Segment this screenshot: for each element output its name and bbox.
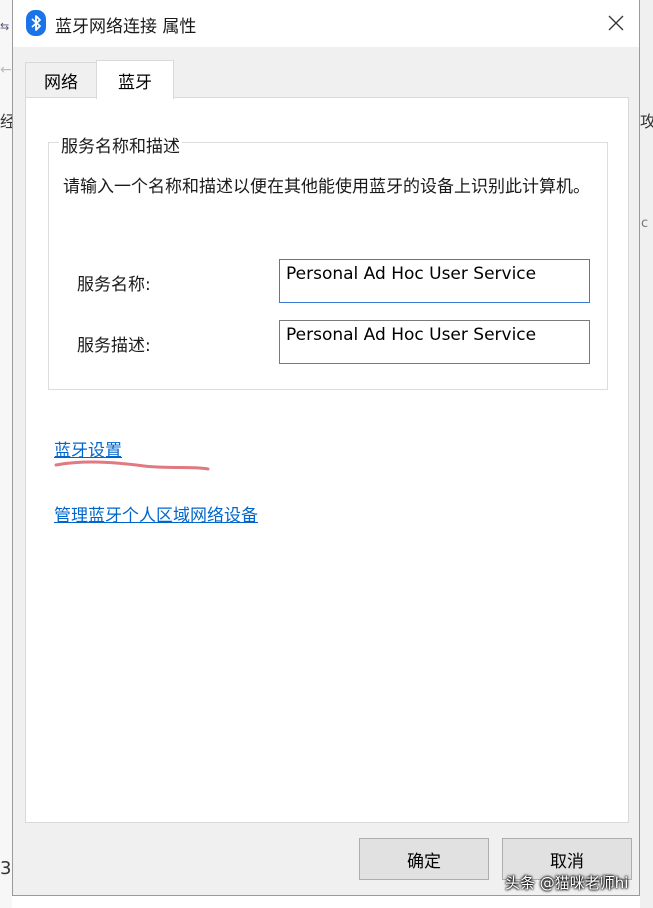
bluetooth-icon (26, 10, 46, 36)
background-text-fragment: ⇆ (0, 20, 10, 33)
service-name-input[interactable]: Personal Ad Hoc User Service (279, 259, 590, 303)
annotation-underline (54, 460, 210, 471)
background-text-fragment: 3 (0, 858, 12, 879)
background-text-fragment: ← (0, 62, 12, 78)
service-description-text: 请输入一个名称和描述以便在其他能使用蓝牙的设备上识别此计算机。 (63, 177, 590, 197)
watermark: 头条 @猫咪老师hi (505, 874, 629, 892)
close-button[interactable] (599, 8, 633, 38)
tab-bluetooth[interactable]: 蓝牙 (96, 60, 174, 99)
background-text-fragment: 攻 (640, 112, 653, 131)
groupbox-legend: 服务名称和描述 (59, 132, 182, 157)
background-window-right: 攻 c (640, 0, 653, 908)
bluetooth-tab-panel: 服务名称和描述 请输入一个名称和描述以便在其他能使用蓝牙的设备上识别此计算机。 … (25, 97, 629, 823)
manage-pan-devices-link[interactable]: 管理蓝牙个人区域网络设备 (54, 501, 258, 526)
service-name-label: 服务名称: (77, 275, 151, 295)
close-icon (608, 15, 624, 31)
service-description-label: 服务描述: (77, 336, 151, 356)
service-groupbox: 服务名称和描述 请输入一个名称和描述以便在其他能使用蓝牙的设备上识别此计算机。 … (48, 132, 608, 390)
service-name-value: Personal Ad Hoc User Service (286, 264, 537, 284)
tab-network[interactable]: 网络 (25, 62, 97, 98)
window-title: 蓝牙网络连接 属性 (55, 17, 197, 37)
service-description-input[interactable]: Personal Ad Hoc User Service (279, 320, 590, 364)
background-window-left: ⇆ ← 经 3 (0, 0, 16, 908)
ok-button[interactable]: 确定 (359, 838, 489, 880)
background-text-fragment: c (641, 216, 649, 231)
title-bar[interactable]: 蓝牙网络连接 属性 (13, 0, 639, 47)
properties-dialog: 蓝牙网络连接 属性 网络 蓝牙 服务名称和描述 请输入一个名称和描述以便在其他能… (12, 0, 640, 896)
tab-label: 蓝牙 (118, 72, 152, 93)
tab-label: 网络 (44, 73, 78, 93)
service-description-value: Personal Ad Hoc User Service (286, 325, 537, 345)
